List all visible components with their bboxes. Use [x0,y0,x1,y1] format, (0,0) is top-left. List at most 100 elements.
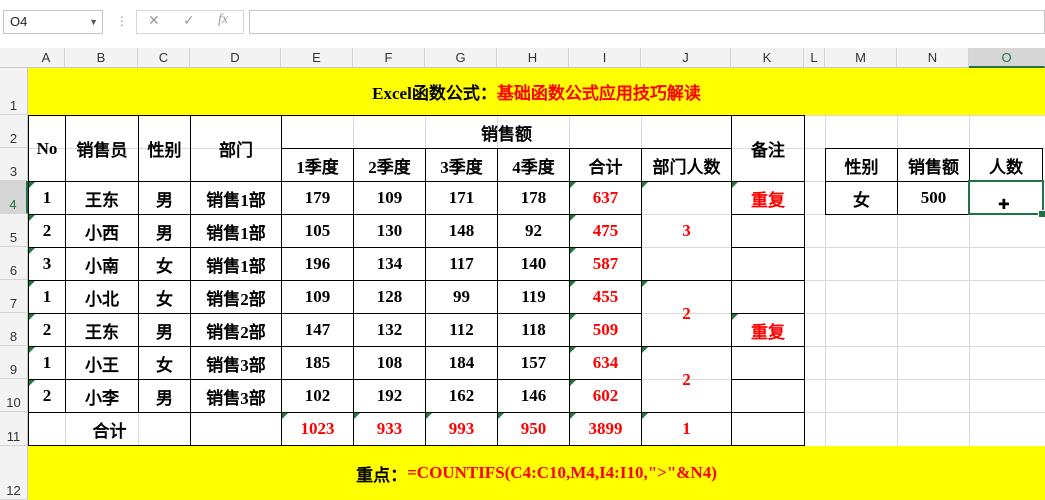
table-cell-q1[interactable]: 102 [281,379,354,413]
row-header-1[interactable]: 1 [0,68,28,115]
table-cell-name[interactable]: 小西 [65,214,139,248]
table-cell-q3[interactable]: 184 [425,346,498,380]
dept-count-cell[interactable]: 2 [641,346,732,413]
row-header-6[interactable]: 6 [0,247,28,280]
header-salesperson[interactable]: 销售员 [65,115,139,182]
header-dept[interactable]: 部门 [190,115,282,182]
row-header-10[interactable]: 10 [0,379,28,412]
header-dept-count[interactable]: 部门人数 [641,148,732,182]
table-cell-name[interactable]: 小北 [65,280,139,314]
column-header-h[interactable]: H [497,48,569,67]
column-header-m[interactable]: M [825,48,897,67]
side-value-gender[interactable]: 女 [825,181,898,215]
row-header-9[interactable]: 9 [0,346,28,379]
table-cell-q4[interactable]: 118 [497,313,570,347]
table-cell-remark[interactable]: 重复 [731,313,805,347]
table-cell-q4[interactable]: 140 [497,247,570,281]
table-cell-no[interactable]: 2 [28,214,66,248]
table-cell-q4[interactable]: 119 [497,280,570,314]
table-cell-dept[interactable]: 销售3部 [190,346,282,380]
column-header-a[interactable]: A [28,48,65,67]
dept-count-cell[interactable]: 2 [641,280,732,347]
dept-count-cell[interactable]: 3 [641,181,732,281]
header-no[interactable]: No [28,115,66,182]
row-header-2[interactable]: 2 [0,115,28,148]
column-header-k[interactable]: K [731,48,804,67]
name-box[interactable]: O4 ▼ [3,10,103,34]
totals-q2[interactable]: 933 [353,412,426,446]
column-header-o[interactable]: O [969,48,1045,68]
table-cell-q2[interactable]: 134 [353,247,426,281]
header-q1[interactable]: 1季度 [281,148,354,182]
table-cell-remark[interactable]: 重复 [731,181,805,215]
table-cell-dept[interactable]: 销售2部 [190,280,282,314]
table-cell-gender[interactable]: 男 [138,181,191,215]
header-remark[interactable]: 备注 [731,115,805,182]
table-cell-remark[interactable] [731,214,805,248]
side-header-sales[interactable]: 销售额 [897,148,970,182]
table-cell-q4[interactable]: 178 [497,181,570,215]
table-cell-q2[interactable]: 128 [353,280,426,314]
column-header-g[interactable]: G [425,48,497,67]
table-cell-q4[interactable]: 146 [497,379,570,413]
table-cell-dept[interactable]: 销售2部 [190,313,282,347]
table-cell-total[interactable]: 455 [569,280,642,314]
title-banner[interactable]: Excel函数公式： 基础函数公式应用技巧解读 [28,68,1045,115]
table-cell-q1[interactable]: 196 [281,247,354,281]
table-cell-dept[interactable]: 销售1部 [190,214,282,248]
column-header-n[interactable]: N [897,48,969,67]
header-sales[interactable]: 销售额 [281,115,732,149]
table-cell-no[interactable]: 1 [28,346,66,380]
table-cell-remark[interactable] [731,346,805,380]
row-header-3[interactable]: 3 [0,148,28,181]
table-cell-no[interactable]: 3 [28,247,66,281]
column-header-e[interactable]: E [281,48,353,67]
table-cell-total[interactable]: 602 [569,379,642,413]
cancel-icon[interactable]: ✕ [148,12,160,29]
row-header-8[interactable]: 8 [0,313,28,346]
table-cell-q3[interactable]: 117 [425,247,498,281]
row-header-4[interactable]: 4 [0,181,28,214]
fill-handle[interactable] [1038,210,1045,218]
table-cell-q2[interactable]: 192 [353,379,426,413]
table-cell-remark[interactable] [731,379,805,413]
table-cell-q1[interactable]: 105 [281,214,354,248]
header-total[interactable]: 合计 [569,148,642,182]
table-cell-gender[interactable]: 男 [138,313,191,347]
table-cell-q4[interactable]: 157 [497,346,570,380]
table-cell-q4[interactable]: 92 [497,214,570,248]
totals-q3[interactable]: 993 [425,412,498,446]
table-cell-dept[interactable]: 销售1部 [190,181,282,215]
column-header-l[interactable]: L [804,48,825,67]
header-q4[interactable]: 4季度 [497,148,570,182]
chevron-down-icon[interactable]: ▼ [89,11,98,33]
column-header-j[interactable]: J [641,48,731,67]
formula-input[interactable] [249,10,1045,34]
column-header-c[interactable]: C [138,48,190,67]
table-cell-q3[interactable]: 99 [425,280,498,314]
table-cell-total[interactable]: 634 [569,346,642,380]
header-q3[interactable]: 3季度 [425,148,498,182]
table-cell-q1[interactable]: 147 [281,313,354,347]
header-gender[interactable]: 性别 [138,115,191,182]
totals-dept-count[interactable]: 1 [641,412,732,446]
side-header-count[interactable]: 人数 [969,148,1043,182]
table-cell-name[interactable]: 王东 [65,181,139,215]
table-cell-q3[interactable]: 171 [425,181,498,215]
table-cell-no[interactable]: 1 [28,280,66,314]
note-banner[interactable]: 重点： =COUNTIFS(C4:C10,M4,I4:I10,">"&N4) [28,446,1045,500]
side-header-gender[interactable]: 性别 [825,148,898,182]
totals-total[interactable]: 3899 [569,412,642,446]
table-cell-remark[interactable] [731,280,805,314]
side-value-sales[interactable]: 500 [897,181,970,215]
table-cell-total[interactable]: 587 [569,247,642,281]
row-header-5[interactable]: 5 [0,214,28,247]
column-header-f[interactable]: F [353,48,425,67]
table-cell-no[interactable]: 1 [28,181,66,215]
row-header-12[interactable]: 12 [0,446,28,500]
totals-q1[interactable]: 1023 [281,412,354,446]
row-header-7[interactable]: 7 [0,280,28,313]
table-cell-total[interactable]: 475 [569,214,642,248]
column-header-d[interactable]: D [190,48,281,67]
table-cell-q2[interactable]: 130 [353,214,426,248]
